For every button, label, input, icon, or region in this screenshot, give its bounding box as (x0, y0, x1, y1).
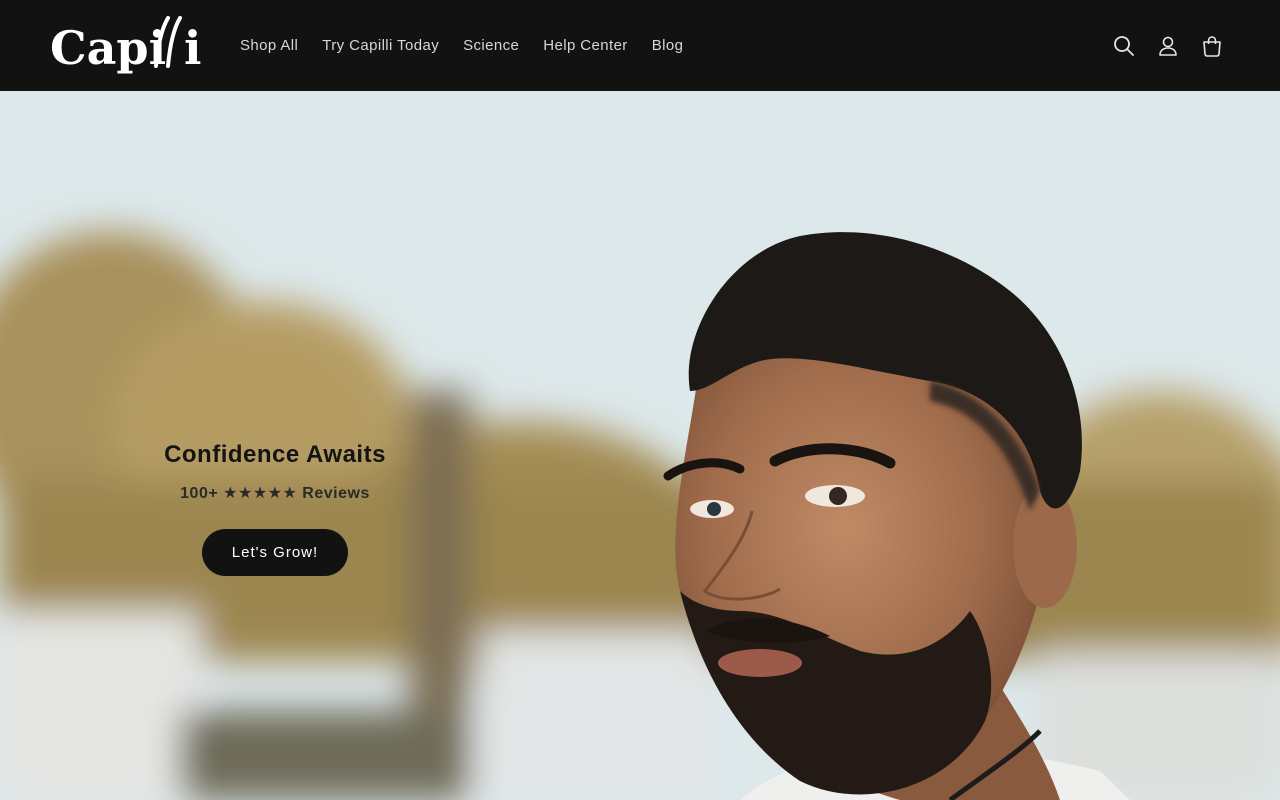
svg-text:i: i (184, 21, 201, 75)
hero-banner: Confidence Awaits 100+ ★★★★★ Reviews Let… (0, 91, 1280, 800)
nav-shop-all[interactable]: Shop All (228, 0, 310, 91)
nav-blog[interactable]: Blog (640, 0, 696, 91)
nav-try-capilli-today[interactable]: Try Capilli Today (310, 0, 451, 91)
reviews-count: 100+ ★★★★★ Reviews (180, 485, 370, 502)
svg-text:Capi: Capi (50, 21, 166, 75)
capilli-logo-mark: Capi i (50, 16, 201, 75)
search-icon[interactable] (1102, 24, 1146, 68)
nav-help-center[interactable]: Help Center (531, 0, 639, 91)
cart-icon[interactable] (1190, 24, 1234, 68)
header-icons (1102, 0, 1234, 91)
hero-content: Confidence Awaits 100+ ★★★★★ Reviews Let… (100, 441, 450, 576)
capilli-logo[interactable]: Capi i (50, 14, 202, 76)
hero-title: Confidence Awaits (164, 441, 386, 468)
account-icon[interactable] (1146, 24, 1190, 68)
nav-science[interactable]: Science (451, 0, 531, 91)
site-header: Capi i Shop All Try Capilli Today Scienc… (0, 0, 1280, 91)
lets-grow-button[interactable]: Let's Grow! (201, 529, 349, 576)
main-nav: Shop All Try Capilli Today Science Help … (228, 0, 695, 91)
